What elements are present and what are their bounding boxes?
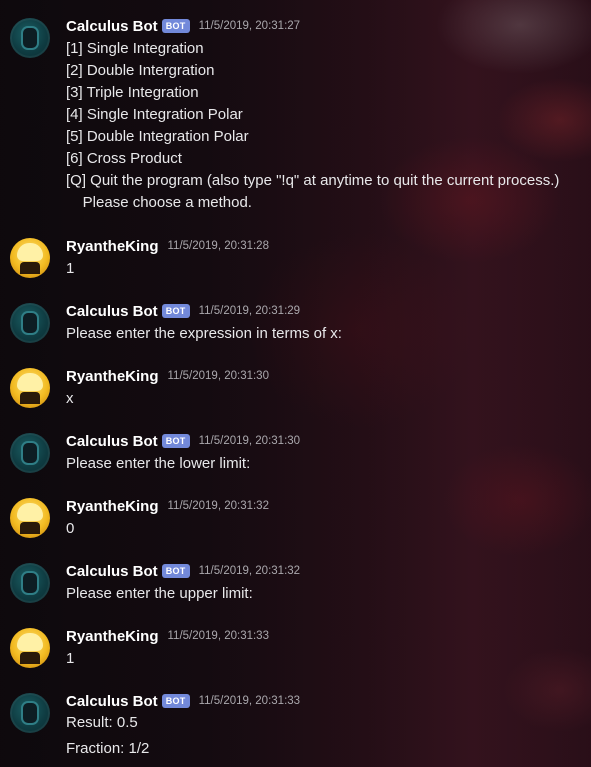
username[interactable]: Calculus Bot bbox=[66, 18, 158, 35]
timestamp: 11/5/2019, 20:31:30 bbox=[198, 435, 301, 447]
bot-badge: BOT bbox=[161, 304, 190, 318]
bot-avatar[interactable] bbox=[10, 18, 50, 58]
bot-badge: BOT bbox=[161, 434, 190, 448]
timestamp: 11/5/2019, 20:31:29 bbox=[198, 305, 301, 317]
bot-avatar[interactable] bbox=[10, 563, 50, 603]
chat-message: Calculus Bot BOT 11/5/2019, 20:31:32 Ple… bbox=[0, 545, 591, 605]
message-header: Calculus Bot BOT 11/5/2019, 20:31:33 bbox=[66, 691, 300, 711]
message-line: 0 bbox=[66, 520, 75, 537]
message-line: x bbox=[66, 390, 74, 407]
username[interactable]: Calculus Bot bbox=[66, 433, 158, 450]
message-content: 1 bbox=[66, 258, 74, 280]
message-content: Please enter the lower limit: bbox=[66, 453, 250, 475]
message-line: Please choose a method. bbox=[66, 194, 252, 211]
user-avatar[interactable] bbox=[10, 368, 50, 408]
chat-message: RyantheKing 11/5/2019, 20:31:28 1 bbox=[0, 220, 591, 280]
timestamp: 11/5/2019, 20:31:32 bbox=[198, 565, 301, 577]
bot-avatar[interactable] bbox=[10, 433, 50, 473]
user-avatar[interactable] bbox=[10, 498, 50, 538]
message-content: [1] Single Integration [2] Double Interg… bbox=[66, 38, 559, 214]
username[interactable]: RyantheKing bbox=[66, 498, 159, 515]
username[interactable]: RyantheKing bbox=[66, 238, 159, 255]
message-line: [4] Single Integration Polar bbox=[66, 106, 243, 123]
message-line: [1] Single Integration bbox=[66, 40, 204, 57]
message-line: Please enter the expression in terms of … bbox=[66, 325, 342, 342]
message-line: Please enter the upper limit: bbox=[66, 585, 253, 602]
message-header: Calculus Bot BOT 11/5/2019, 20:31:30 bbox=[66, 431, 300, 451]
timestamp: 11/5/2019, 20:31:33 bbox=[198, 695, 301, 707]
timestamp: 11/5/2019, 20:31:28 bbox=[167, 240, 269, 252]
bot-badge: BOT bbox=[161, 694, 190, 708]
message-header: Calculus Bot BOT 11/5/2019, 20:31:27 bbox=[66, 16, 300, 36]
message-line: Result: 0.5 bbox=[66, 714, 138, 731]
message-line: [3] Triple Integration bbox=[66, 84, 199, 101]
username[interactable]: RyantheKing bbox=[66, 368, 159, 385]
timestamp: 11/5/2019, 20:31:27 bbox=[198, 20, 301, 32]
message-line: [2] Double Intergration bbox=[66, 62, 215, 79]
chat-message: RyantheKing 11/5/2019, 20:31:32 0 bbox=[0, 480, 591, 540]
chat-message: Calculus Bot BOT 11/5/2019, 20:31:33 Res… bbox=[0, 675, 591, 757]
message-line: [Q] Quit the program (also type "!q" at … bbox=[66, 172, 560, 189]
message-line: [6] Cross Product bbox=[66, 150, 182, 167]
timestamp: 11/5/2019, 20:31:33 bbox=[167, 630, 269, 642]
bot-avatar[interactable] bbox=[10, 693, 50, 733]
chat-message: RyantheKing 11/5/2019, 20:31:30 x bbox=[0, 350, 591, 410]
message-header: RyantheKing 11/5/2019, 20:31:30 bbox=[66, 366, 269, 386]
username[interactable]: Calculus Bot bbox=[66, 563, 158, 580]
message-header: RyantheKing 11/5/2019, 20:31:33 bbox=[66, 626, 269, 646]
message-content: Please enter the expression in terms of … bbox=[66, 323, 342, 345]
chat-log: Calculus Bot BOT 11/5/2019, 20:31:27 [1]… bbox=[0, 0, 591, 767]
message-line: 1 bbox=[66, 260, 75, 277]
message-content: Please enter the upper limit: bbox=[66, 583, 253, 605]
user-avatar[interactable] bbox=[10, 628, 50, 668]
username[interactable]: Calculus Bot bbox=[66, 693, 158, 710]
username[interactable]: Calculus Bot bbox=[66, 303, 158, 320]
message-line: Please enter the lower limit: bbox=[66, 455, 251, 472]
username[interactable]: RyantheKing bbox=[66, 628, 159, 645]
chat-message: Calculus Bot BOT 11/5/2019, 20:31:29 Ple… bbox=[0, 285, 591, 345]
chat-message: Calculus Bot BOT 11/5/2019, 20:31:27 [1]… bbox=[0, 0, 591, 211]
message-content: 1 bbox=[66, 648, 74, 670]
user-avatar[interactable] bbox=[10, 238, 50, 278]
message-header: RyantheKing 11/5/2019, 20:31:32 bbox=[66, 496, 269, 516]
message-line: Fraction: 1/2 bbox=[66, 740, 150, 757]
timestamp: 11/5/2019, 20:31:30 bbox=[167, 370, 269, 382]
message-line: 1 bbox=[66, 650, 75, 667]
timestamp: 11/5/2019, 20:31:32 bbox=[167, 500, 269, 512]
bot-badge: BOT bbox=[161, 19, 190, 33]
bot-avatar[interactable] bbox=[10, 303, 50, 343]
message-line: [5] Double Integration Polar bbox=[66, 128, 249, 145]
message-content: 0 bbox=[66, 518, 74, 540]
message-header: Calculus Bot BOT 11/5/2019, 20:31:29 bbox=[66, 301, 300, 321]
message-header: RyantheKing 11/5/2019, 20:31:28 bbox=[66, 236, 269, 256]
message-header: Calculus Bot BOT 11/5/2019, 20:31:32 bbox=[66, 561, 300, 581]
chat-message: RyantheKing 11/5/2019, 20:31:33 1 bbox=[0, 610, 591, 670]
bot-badge: BOT bbox=[161, 564, 190, 578]
message-content: x bbox=[66, 388, 74, 410]
message-content: Result: 0.5 Fraction: 1/2 bbox=[66, 710, 149, 762]
chat-message: Calculus Bot BOT 11/5/2019, 20:31:30 Ple… bbox=[0, 415, 591, 475]
